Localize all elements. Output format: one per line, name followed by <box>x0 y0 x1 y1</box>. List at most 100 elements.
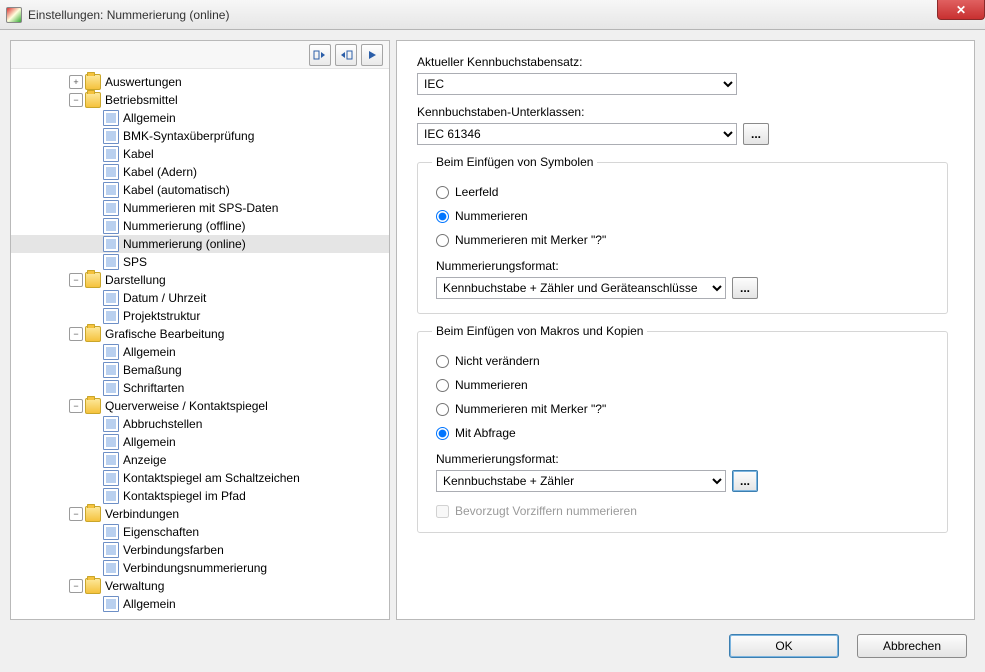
page-icon <box>103 488 119 504</box>
collapse-icon[interactable]: − <box>69 327 83 341</box>
folder-icon <box>85 272 101 288</box>
collapse-icon[interactable]: − <box>69 273 83 287</box>
toggle-placeholder <box>87 471 101 485</box>
symbols-radio-marker-input[interactable] <box>436 234 449 247</box>
tree-item-label: Verbindungsnummerierung <box>123 561 267 575</box>
tree-row[interactable]: −Verbindungen <box>11 505 389 523</box>
collapse-icon[interactable]: − <box>69 507 83 521</box>
tree-row[interactable]: Projektstruktur <box>11 307 389 325</box>
expand-all-button[interactable] <box>309 44 331 66</box>
collapse-icon[interactable]: − <box>69 93 83 107</box>
tree-row[interactable]: −Darstellung <box>11 271 389 289</box>
page-icon <box>103 470 119 486</box>
identset-label: Aktueller Kennbuchstabensatz: <box>417 55 948 69</box>
symbols-radio-empty-input[interactable] <box>436 186 449 199</box>
macros-radio-marker-input[interactable] <box>436 403 449 416</box>
tree-item-label: Betriebsmittel <box>105 93 178 107</box>
identset-combo[interactable]: IEC <box>417 73 737 95</box>
page-icon <box>103 542 119 558</box>
body: +Auswertungen−BetriebsmittelAllgemeinBMK… <box>0 30 985 620</box>
ok-button-label: OK <box>775 639 792 653</box>
play-button[interactable] <box>361 44 383 66</box>
macros-radio-marker[interactable]: Nummerieren mit Merker "?" <box>436 402 933 416</box>
folder-icon <box>85 326 101 342</box>
tree-row[interactable]: Nummerieren mit SPS-Daten <box>11 199 389 217</box>
collapse-icon[interactable]: − <box>69 579 83 593</box>
expand-icon[interactable]: + <box>69 75 83 89</box>
tree-row[interactable]: Abbruchstellen <box>11 415 389 433</box>
symbols-radio-number-input[interactable] <box>436 210 449 223</box>
tree-row[interactable]: BMK-Syntaxüberprüfung <box>11 127 389 145</box>
tree-row[interactable]: −Querverweise / Kontaktspiegel <box>11 397 389 415</box>
tree-row[interactable]: Nummerierung (online) <box>11 235 389 253</box>
tree-row[interactable]: Kontaktspiegel im Pfad <box>11 487 389 505</box>
tree-row[interactable]: Datum / Uhrzeit <box>11 289 389 307</box>
symbols-radio-marker[interactable]: Nummerieren mit Merker "?" <box>436 233 933 247</box>
tree-item-label: Datum / Uhrzeit <box>123 291 206 305</box>
folder-icon <box>85 398 101 414</box>
macros-radio-ask[interactable]: Mit Abfrage <box>436 426 933 440</box>
ellipsis-icon: ... <box>740 281 750 295</box>
tree-row[interactable]: Bemaßung <box>11 361 389 379</box>
tree-row[interactable]: Allgemein <box>11 595 389 613</box>
macros-radio-ask-input[interactable] <box>436 427 449 440</box>
tree-row[interactable]: Anzeige <box>11 451 389 469</box>
tree-row[interactable]: Nummerierung (offline) <box>11 217 389 235</box>
macros-radio-number-input[interactable] <box>436 379 449 392</box>
collapse-all-button[interactable] <box>335 44 357 66</box>
tree-item-label: Nummerierung (offline) <box>123 219 246 233</box>
toggle-placeholder <box>87 255 101 269</box>
tree-row[interactable]: Kontaktspiegel am Schaltzeichen <box>11 469 389 487</box>
subclass-combo[interactable]: IEC 61346 <box>417 123 737 145</box>
macros-radio-keep-input[interactable] <box>436 355 449 368</box>
tree-item-label: Kontaktspiegel am Schaltzeichen <box>123 471 300 485</box>
tree-row[interactable]: Schriftarten <box>11 379 389 397</box>
tree-row[interactable]: Allgemein <box>11 343 389 361</box>
macros-radio-keep[interactable]: Nicht verändern <box>436 354 933 368</box>
tree-row[interactable]: −Verwaltung <box>11 577 389 595</box>
tree-item-label: SPS <box>123 255 147 269</box>
macros-radio-keep-label: Nicht verändern <box>455 354 540 368</box>
tree-row[interactable]: Kabel (automatisch) <box>11 181 389 199</box>
symbols-format-combo[interactable]: Kennbuchstabe + Zähler und Geräteanschlü… <box>436 277 726 299</box>
folder-icon <box>85 506 101 522</box>
tree-row[interactable]: − Betriebsmittel <box>11 91 389 109</box>
symbols-format-browse-button[interactable]: ... <box>732 277 758 299</box>
tree-item-label: Verbindungsfarben <box>123 543 224 557</box>
ok-button[interactable]: OK <box>729 634 839 658</box>
macros-format-combo[interactable]: Kennbuchstabe + Zähler <box>436 470 726 492</box>
cancel-button[interactable]: Abbrechen <box>857 634 967 658</box>
symbols-radio-empty[interactable]: Leerfeld <box>436 185 933 199</box>
tree-row[interactable]: Kabel <box>11 145 389 163</box>
page-icon <box>103 218 119 234</box>
symbols-radio-empty-label: Leerfeld <box>455 185 498 199</box>
settings-tree: +Auswertungen−BetriebsmittelAllgemeinBMK… <box>11 73 389 613</box>
close-icon: ✕ <box>956 3 966 17</box>
tree-scroll[interactable]: +Auswertungen−BetriebsmittelAllgemeinBMK… <box>11 69 389 619</box>
toggle-placeholder <box>87 147 101 161</box>
tree-row[interactable]: Verbindungsfarben <box>11 541 389 559</box>
identset-field: Aktueller Kennbuchstabensatz: IEC <box>417 55 948 95</box>
tree-row[interactable]: Allgemein <box>11 433 389 451</box>
page-icon <box>103 560 119 576</box>
macros-format-browse-button[interactable]: ... <box>732 470 758 492</box>
collapse-icon[interactable]: − <box>69 399 83 413</box>
macros-prefix-checkbox[interactable]: Bevorzugt Vorziffern nummerieren <box>436 504 933 518</box>
page-icon <box>103 452 119 468</box>
tree-item-label: Grafische Bearbeitung <box>105 327 224 341</box>
macros-radio-ask-label: Mit Abfrage <box>455 426 516 440</box>
tree-row[interactable]: − Grafische Bearbeitung <box>11 325 389 343</box>
group-macros-legend: Beim Einfügen von Makros und Kopien <box>432 324 647 338</box>
page-icon <box>103 290 119 306</box>
subclass-browse-button[interactable]: ... <box>743 123 769 145</box>
tree-row[interactable]: Kabel (Adern) <box>11 163 389 181</box>
tree-row[interactable]: +Auswertungen <box>11 73 389 91</box>
tree-row[interactable]: Eigenschaften <box>11 523 389 541</box>
close-button[interactable]: ✕ <box>937 0 985 20</box>
tree-row[interactable]: SPS <box>11 253 389 271</box>
macros-radio-number[interactable]: Nummerieren <box>436 378 933 392</box>
symbols-radio-number[interactable]: Nummerieren <box>436 209 933 223</box>
tree-row[interactable]: Allgemein <box>11 109 389 127</box>
toggle-placeholder <box>87 381 101 395</box>
tree-row[interactable]: Verbindungsnummerierung <box>11 559 389 577</box>
